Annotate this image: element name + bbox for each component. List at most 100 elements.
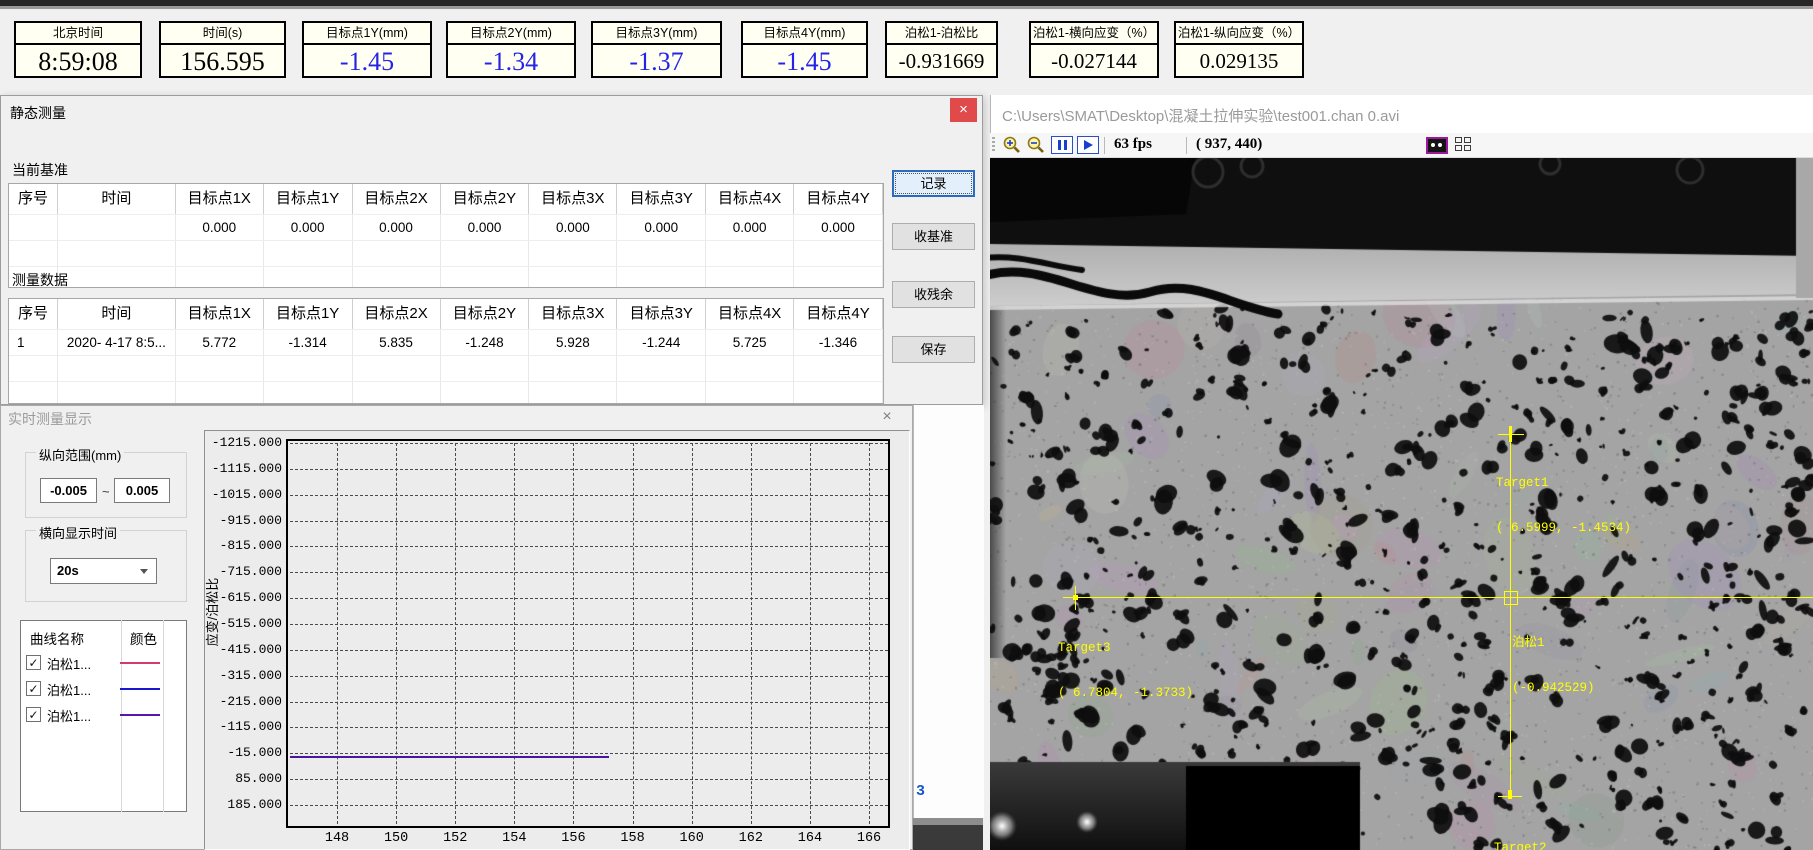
table-cell: 5.835 bbox=[353, 330, 441, 355]
close-icon[interactable]: × bbox=[874, 406, 900, 428]
x-tick-label: 164 bbox=[788, 831, 832, 847]
target1-crosshair[interactable] bbox=[1509, 426, 1512, 442]
curve-checkbox[interactable]: ✓ bbox=[26, 655, 41, 670]
h-gridline bbox=[290, 495, 888, 496]
table-cell: 0.000 bbox=[264, 215, 353, 240]
static-window-title[interactable]: 静态测量 bbox=[10, 103, 66, 123]
record-button[interactable]: 记录 bbox=[892, 170, 975, 197]
screen: 北京时间 8:59:08 时间(s) 156.595 目标点1Y(mm) -1.… bbox=[0, 0, 1813, 850]
table-header-row: 序号时间目标点1X目标点1Y目标点2X目标点2Y目标点3X目标点3Y目标点4X目… bbox=[9, 184, 883, 214]
h-gridline bbox=[290, 727, 888, 728]
table-cell: 5.725 bbox=[706, 330, 794, 355]
target-name: Target3 bbox=[1058, 641, 1193, 656]
indicator-value: -1.37 bbox=[593, 45, 720, 78]
table-row[interactable] bbox=[9, 355, 883, 381]
target-coords: (-0.942529) bbox=[1512, 681, 1595, 696]
table-cell: -1.244 bbox=[617, 330, 706, 355]
table-cell bbox=[353, 267, 441, 288]
column-header: 目标点2Y bbox=[441, 299, 530, 329]
table-row[interactable] bbox=[9, 240, 883, 266]
h-gridline bbox=[290, 521, 888, 522]
table-cell bbox=[58, 356, 176, 381]
table-row[interactable] bbox=[9, 381, 883, 404]
table-cell bbox=[794, 241, 883, 266]
y-tick-label: -15.000 bbox=[198, 745, 282, 761]
camera-icon[interactable] bbox=[1426, 137, 1448, 154]
background-window-strip bbox=[913, 405, 984, 818]
indicator-box: 泊松1-纵向应变（%） 0.029135 bbox=[1174, 21, 1304, 78]
table-cell bbox=[353, 356, 441, 381]
table-row[interactable]: 12020- 4-17 8:5...5.772-1.3145.835-1.248… bbox=[9, 329, 883, 355]
table-cell bbox=[176, 267, 264, 288]
curve-checkbox[interactable]: ✓ bbox=[26, 681, 41, 696]
target-name: 泊松1 bbox=[1512, 636, 1595, 651]
background-window-band bbox=[913, 818, 983, 825]
close-icon[interactable]: × bbox=[950, 98, 977, 122]
table-cell bbox=[794, 382, 883, 404]
column-header: 时间 bbox=[58, 184, 176, 214]
section-baseline-label: 当前基准 bbox=[12, 160, 68, 180]
indicator-box: 目标点3Y(mm) -1.37 bbox=[591, 21, 722, 78]
table-cell bbox=[794, 356, 883, 381]
grid-view-icon[interactable] bbox=[1455, 137, 1472, 152]
video-viewport[interactable] bbox=[990, 158, 1813, 850]
indicator-box: 目标点1Y(mm) -1.45 bbox=[302, 21, 432, 78]
time-span-select[interactable]: 20s bbox=[50, 558, 157, 584]
indicator-box: 泊松1-横向应变（%） -0.027144 bbox=[1029, 21, 1159, 78]
table-cell bbox=[9, 215, 58, 240]
table-cell bbox=[176, 382, 264, 404]
toolbar-grip[interactable] bbox=[992, 137, 995, 153]
play-icon[interactable] bbox=[1077, 136, 1099, 154]
h-gridline bbox=[290, 676, 888, 677]
save-button[interactable]: 保存 bbox=[892, 336, 975, 363]
table-cell bbox=[353, 382, 441, 404]
realtime-window-title[interactable]: 实时测量显示 bbox=[8, 409, 92, 429]
indicator-box: 目标点4Y(mm) -1.45 bbox=[741, 21, 868, 78]
column-header: 目标点4Y bbox=[794, 299, 883, 329]
table-cell bbox=[529, 382, 617, 404]
fps-readout: 63 fps bbox=[1114, 136, 1152, 153]
target3-crosshair[interactable] bbox=[1073, 595, 1078, 600]
column-header: 目标点4X bbox=[706, 299, 794, 329]
v-gridline bbox=[573, 443, 574, 824]
indicator-box: 泊松1-泊松比 -0.931669 bbox=[885, 21, 998, 78]
curve-name: 泊松1... bbox=[47, 706, 91, 725]
x-tick-label: 166 bbox=[847, 831, 891, 847]
poisson-intersection-marker[interactable] bbox=[1504, 591, 1518, 605]
zoom-out-icon[interactable] bbox=[1026, 135, 1046, 160]
y-tick-label: -215.000 bbox=[198, 694, 282, 710]
target-label: Target3 ( 6.7804, -1.3733) bbox=[1058, 611, 1193, 731]
take-baseline-button[interactable]: 收基准 bbox=[892, 223, 975, 250]
legend-row: ✓ 泊松1... bbox=[20, 702, 187, 728]
video-title[interactable]: C:\Users\SMAT\Desktop\混凝土拉伸实验\test001.ch… bbox=[1002, 105, 1399, 126]
y-min-input[interactable] bbox=[40, 478, 97, 503]
column-header: 目标点3X bbox=[529, 184, 617, 214]
target-label: Target1 ( 6.5999, -1.4534) bbox=[1496, 446, 1631, 566]
target-label: Target2 ( 6.6679, -1.3494) bbox=[1494, 811, 1629, 850]
target-coords: ( 6.5999, -1.4534) bbox=[1496, 521, 1631, 536]
table-cell bbox=[529, 241, 617, 266]
table-cell bbox=[264, 241, 353, 266]
table-cell bbox=[9, 356, 58, 381]
table-cell bbox=[58, 382, 176, 404]
column-header: 目标点3X bbox=[529, 299, 617, 329]
table-row[interactable] bbox=[9, 266, 883, 288]
take-residual-button[interactable]: 收残余 bbox=[892, 281, 975, 308]
column-header: 目标点1Y bbox=[264, 184, 353, 214]
y-max-input[interactable] bbox=[114, 478, 170, 503]
curve-checkbox[interactable]: ✓ bbox=[26, 707, 41, 722]
zoom-in-icon[interactable] bbox=[1002, 135, 1022, 160]
pause-icon[interactable] bbox=[1051, 136, 1073, 154]
legend-row: ✓泊松1... bbox=[20, 676, 187, 702]
table-header-row: 序号时间目标点1X目标点1Y目标点2X目标点2Y目标点3X目标点3Y目标点4X目… bbox=[9, 299, 883, 329]
v-gridline bbox=[337, 443, 338, 824]
v-gridline bbox=[810, 443, 811, 824]
x-tick-label: 156 bbox=[551, 831, 595, 847]
v-gridline bbox=[751, 443, 752, 824]
h-gridline bbox=[290, 805, 888, 806]
legend-row: ✓泊松1... bbox=[20, 650, 187, 676]
target2-crosshair[interactable] bbox=[1508, 790, 1512, 799]
table-row[interactable]: 0.0000.0000.0000.0000.0000.0000.0000.000 bbox=[9, 214, 883, 240]
column-header: 目标点2X bbox=[353, 184, 441, 214]
h-gridline bbox=[290, 779, 888, 780]
